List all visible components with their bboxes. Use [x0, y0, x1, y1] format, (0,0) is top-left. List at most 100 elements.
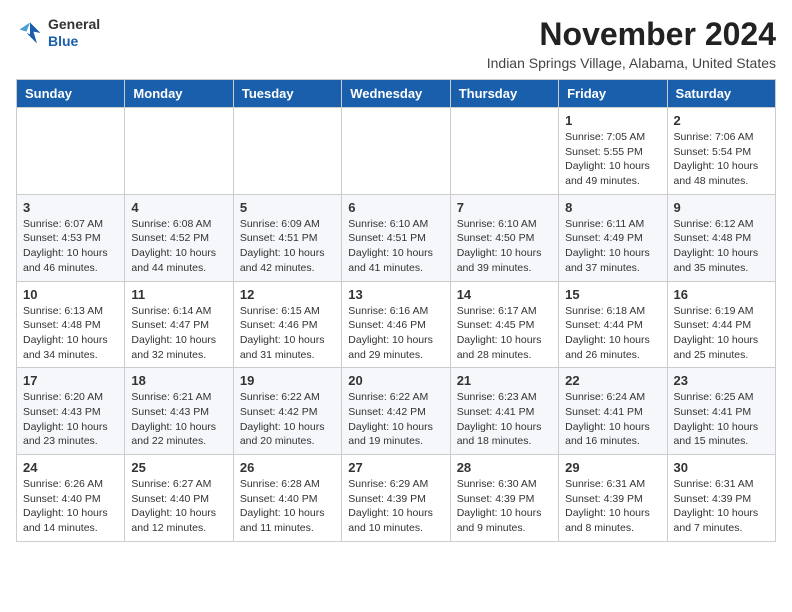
day-info: Sunrise: 6:21 AM Sunset: 4:43 PM Dayligh… [131, 390, 226, 449]
header-wednesday: Wednesday [342, 80, 450, 108]
calendar-cell-w3-d6: 15 Sunrise: 6:18 AM Sunset: 4:44 PM Dayli… [559, 281, 667, 368]
day-number: 3 [23, 200, 118, 215]
header-saturday: Saturday [667, 80, 775, 108]
calendar-table: Sunday Monday Tuesday Wednesday Thursday… [16, 79, 776, 542]
calendar-cell-w5-d7: 30 Sunrise: 6:31 AM Sunset: 4:39 PM Dayli… [667, 455, 775, 542]
day-info: Sunrise: 6:11 AM Sunset: 4:49 PM Dayligh… [565, 217, 660, 276]
calendar-cell-w3-d7: 16Sunrise: 6:19 AM Sunset: 4:44 PM Dayli… [667, 281, 775, 368]
calendar-cell-w2-d6: 8 Sunrise: 6:11 AM Sunset: 4:49 PM Daylig… [559, 194, 667, 281]
day-info: Sunrise: 6:17 AM Sunset: 4:45 PM Dayligh… [457, 304, 552, 363]
day-number: 17 [23, 373, 118, 388]
header-friday: Friday [559, 80, 667, 108]
day-info: Sunrise: 6:18 AM Sunset: 4:44 PM Dayligh… [565, 304, 660, 363]
day-info: Sunrise: 6:24 AM Sunset: 4:41 PM Dayligh… [565, 390, 660, 449]
day-info: Sunrise: 6:30 AM Sunset: 4:39 PM Dayligh… [457, 477, 552, 536]
day-number: 12 [240, 287, 335, 302]
day-info: Sunrise: 6:31 AM Sunset: 4:39 PM Dayligh… [674, 477, 769, 536]
day-number: 23 [674, 373, 769, 388]
day-info: Sunrise: 6:25 AM Sunset: 4:41 PM Dayligh… [674, 390, 769, 449]
calendar-cell-w3-d1: 10 Sunrise: 6:13 AM Sunset: 4:48 PM Dayli… [17, 281, 125, 368]
day-number: 1 [565, 113, 660, 128]
calendar-cell-w3-d5: 14 Sunrise: 6:17 AM Sunset: 4:45 PM Dayli… [450, 281, 558, 368]
day-info: Sunrise: 6:27 AM Sunset: 4:40 PM Dayligh… [131, 477, 226, 536]
calendar-week-5: 24 Sunrise: 6:26 AM Sunset: 4:40 PM Dayli… [17, 455, 776, 542]
day-number: 28 [457, 460, 552, 475]
header-thursday: Thursday [450, 80, 558, 108]
day-number: 5 [240, 200, 335, 215]
calendar-week-4: 17 Sunrise: 6:20 AM Sunset: 4:43 PM Dayli… [17, 368, 776, 455]
day-number: 29 [565, 460, 660, 475]
day-number: 6 [348, 200, 443, 215]
day-number: 7 [457, 200, 552, 215]
day-info: Sunrise: 6:08 AM Sunset: 4:52 PM Dayligh… [131, 217, 226, 276]
calendar-week-2: 3 Sunrise: 6:07 AM Sunset: 4:53 PM Daylig… [17, 194, 776, 281]
day-number: 14 [457, 287, 552, 302]
day-number: 2 [674, 113, 769, 128]
calendar-cell-w5-d2: 25 Sunrise: 6:27 AM Sunset: 4:40 PM Dayli… [125, 455, 233, 542]
day-number: 22 [565, 373, 660, 388]
calendar-cell-w3-d2: 11 Sunrise: 6:14 AM Sunset: 4:47 PM Dayli… [125, 281, 233, 368]
day-info: Sunrise: 6:22 AM Sunset: 4:42 PM Dayligh… [348, 390, 443, 449]
day-info: Sunrise: 7:05 AM Sunset: 5:55 PM Dayligh… [565, 130, 660, 189]
logo-icon [16, 19, 44, 47]
day-info: Sunrise: 6:26 AM Sunset: 4:40 PM Dayligh… [23, 477, 118, 536]
header-tuesday: Tuesday [233, 80, 341, 108]
calendar-cell-w4-d6: 22 Sunrise: 6:24 AM Sunset: 4:41 PM Dayli… [559, 368, 667, 455]
day-number: 30 [674, 460, 769, 475]
day-info: Sunrise: 6:10 AM Sunset: 4:50 PM Dayligh… [457, 217, 552, 276]
day-number: 25 [131, 460, 226, 475]
location-subtitle: Indian Springs Village, Alabama, United … [487, 55, 776, 71]
calendar-cell-w1-d7: 2 Sunrise: 7:06 AM Sunset: 5:54 PM Daylig… [667, 108, 775, 195]
calendar-cell-w3-d3: 12 Sunrise: 6:15 AM Sunset: 4:46 PM Dayli… [233, 281, 341, 368]
calendar-cell-w1-d3 [233, 108, 341, 195]
day-info: Sunrise: 6:10 AM Sunset: 4:51 PM Dayligh… [348, 217, 443, 276]
calendar-cell-w5-d3: 26Sunrise: 6:28 AM Sunset: 4:40 PM Dayli… [233, 455, 341, 542]
calendar-cell-w1-d2 [125, 108, 233, 195]
day-number: 9 [674, 200, 769, 215]
day-info: Sunrise: 6:20 AM Sunset: 4:43 PM Dayligh… [23, 390, 118, 449]
day-number: 16 [674, 287, 769, 302]
day-number: 8 [565, 200, 660, 215]
day-number: 24 [23, 460, 118, 475]
calendar-cell-w4-d4: 20Sunrise: 6:22 AM Sunset: 4:42 PM Dayli… [342, 368, 450, 455]
calendar-cell-w4-d1: 17 Sunrise: 6:20 AM Sunset: 4:43 PM Dayli… [17, 368, 125, 455]
day-number: 15 [565, 287, 660, 302]
day-info: Sunrise: 6:22 AM Sunset: 4:42 PM Dayligh… [240, 390, 335, 449]
day-number: 21 [457, 373, 552, 388]
day-info: Sunrise: 6:23 AM Sunset: 4:41 PM Dayligh… [457, 390, 552, 449]
calendar-cell-w1-d6: 1 Sunrise: 7:05 AM Sunset: 5:55 PM Daylig… [559, 108, 667, 195]
day-info: Sunrise: 6:12 AM Sunset: 4:48 PM Dayligh… [674, 217, 769, 276]
calendar-cell-w1-d4 [342, 108, 450, 195]
calendar-cell-w5-d6: 29Sunrise: 6:31 AM Sunset: 4:39 PM Dayli… [559, 455, 667, 542]
day-number: 10 [23, 287, 118, 302]
calendar-week-1: 1 Sunrise: 7:05 AM Sunset: 5:55 PM Daylig… [17, 108, 776, 195]
day-info: Sunrise: 7:06 AM Sunset: 5:54 PM Dayligh… [674, 130, 769, 189]
day-number: 18 [131, 373, 226, 388]
day-info: Sunrise: 6:09 AM Sunset: 4:51 PM Dayligh… [240, 217, 335, 276]
calendar-cell-w2-d1: 3 Sunrise: 6:07 AM Sunset: 4:53 PM Daylig… [17, 194, 125, 281]
day-info: Sunrise: 6:14 AM Sunset: 4:47 PM Dayligh… [131, 304, 226, 363]
calendar-cell-w2-d4: 6 Sunrise: 6:10 AM Sunset: 4:51 PM Daylig… [342, 194, 450, 281]
month-year-title: November 2024 [487, 16, 776, 53]
calendar-cell-w5-d4: 27Sunrise: 6:29 AM Sunset: 4:39 PM Dayli… [342, 455, 450, 542]
calendar-cell-w4-d7: 23 Sunrise: 6:25 AM Sunset: 4:41 PM Dayli… [667, 368, 775, 455]
title-block: November 2024 Indian Springs Village, Al… [487, 16, 776, 71]
day-info: Sunrise: 6:15 AM Sunset: 4:46 PM Dayligh… [240, 304, 335, 363]
calendar-cell-w5-d1: 24 Sunrise: 6:26 AM Sunset: 4:40 PM Dayli… [17, 455, 125, 542]
calendar-header-row: Sunday Monday Tuesday Wednesday Thursday… [17, 80, 776, 108]
day-number: 4 [131, 200, 226, 215]
day-number: 13 [348, 287, 443, 302]
header-sunday: Sunday [17, 80, 125, 108]
calendar-cell-w2-d5: 7 Sunrise: 6:10 AM Sunset: 4:50 PM Daylig… [450, 194, 558, 281]
calendar-cell-w1-d1 [17, 108, 125, 195]
calendar-cell-w2-d2: 4 Sunrise: 6:08 AM Sunset: 4:52 PM Daylig… [125, 194, 233, 281]
calendar-cell-w2-d7: 9 Sunrise: 6:12 AM Sunset: 4:48 PM Daylig… [667, 194, 775, 281]
logo: General Blue [16, 16, 100, 50]
page-header: General Blue November 2024 Indian Spring… [16, 16, 776, 71]
day-number: 11 [131, 287, 226, 302]
calendar-week-3: 10 Sunrise: 6:13 AM Sunset: 4:48 PM Dayli… [17, 281, 776, 368]
day-info: Sunrise: 6:07 AM Sunset: 4:53 PM Dayligh… [23, 217, 118, 276]
day-number: 26 [240, 460, 335, 475]
day-info: Sunrise: 6:13 AM Sunset: 4:48 PM Dayligh… [23, 304, 118, 363]
day-info: Sunrise: 6:16 AM Sunset: 4:46 PM Dayligh… [348, 304, 443, 363]
